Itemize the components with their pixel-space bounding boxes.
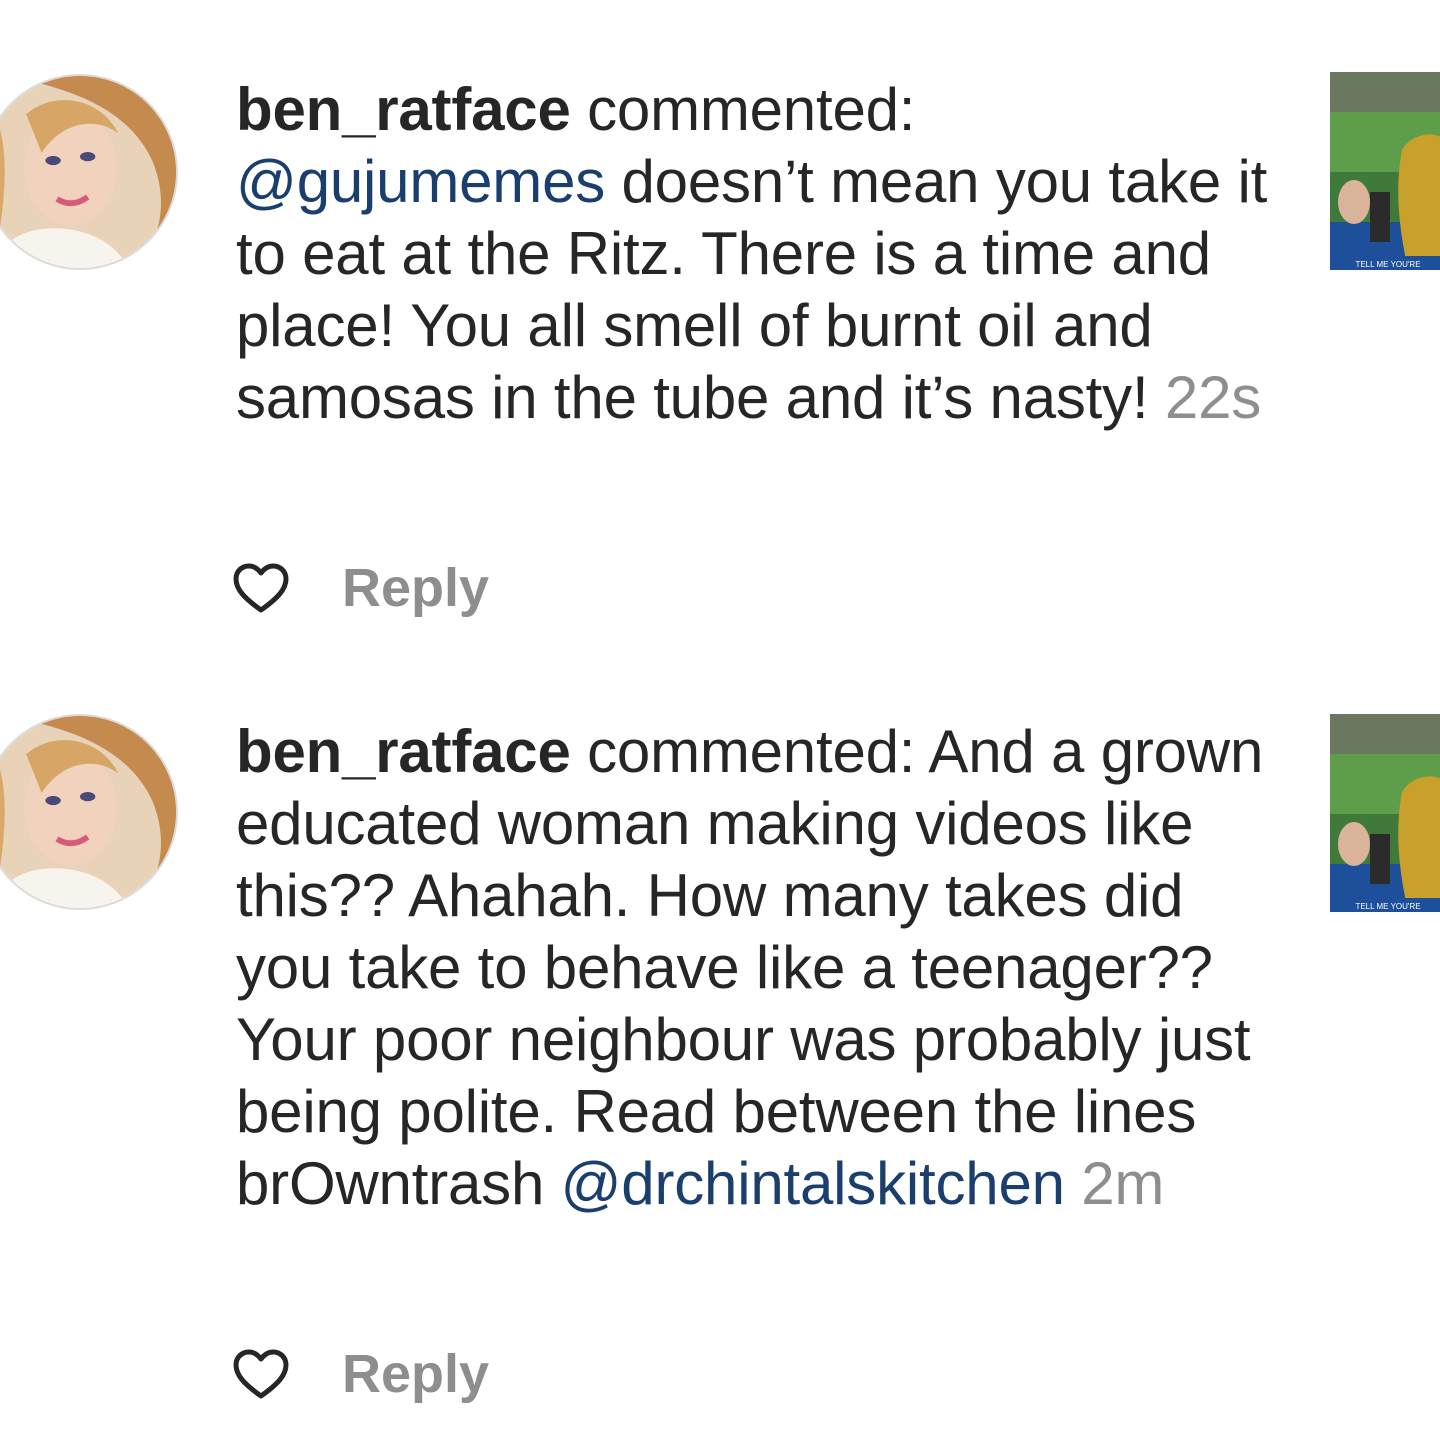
user-avatar[interactable] [0,74,178,270]
username-link[interactable]: ben_ratface [236,76,571,143]
post-thumbnail-image: TELL ME YOU'RE [1330,72,1440,270]
avatar-photo [0,716,176,908]
comment-text: ben_ratface commented: And a grown educa… [236,716,1276,1220]
mention-link[interactable]: @drchintalskitchen [561,1150,1065,1217]
post-thumbnail[interactable]: TELL ME YOU'RE [1330,714,1440,912]
comment-body: And a grown educated woman making videos… [236,718,1264,1217]
username-link[interactable]: ben_ratface [236,718,571,785]
comment-text: ben_ratface commented: @gujumemes doesn’… [236,74,1276,434]
user-avatar[interactable] [0,714,178,910]
reply-button[interactable]: Reply [342,1343,489,1405]
post-thumbnail-image: TELL ME YOU'RE [1330,714,1440,912]
heart-outline-icon[interactable] [232,1348,290,1400]
post-thumbnail[interactable]: TELL ME YOU'RE [1330,72,1440,270]
comment-actions: Reply [232,558,489,618]
comment-actions: Reply [232,1344,489,1404]
mention-link[interactable]: @gujumemes [236,148,605,215]
action-label: commented: [570,718,929,785]
thumbnail-caption: TELL ME YOU'RE [1355,902,1420,911]
heart-outline-icon[interactable] [232,562,290,614]
timestamp: 2m [1064,1150,1165,1217]
timestamp: 22s [1148,364,1262,431]
action-label: commented: [570,76,916,143]
avatar-photo [0,76,176,268]
reply-button[interactable]: Reply [342,557,489,619]
thumbnail-caption: TELL ME YOU'RE [1355,260,1420,269]
